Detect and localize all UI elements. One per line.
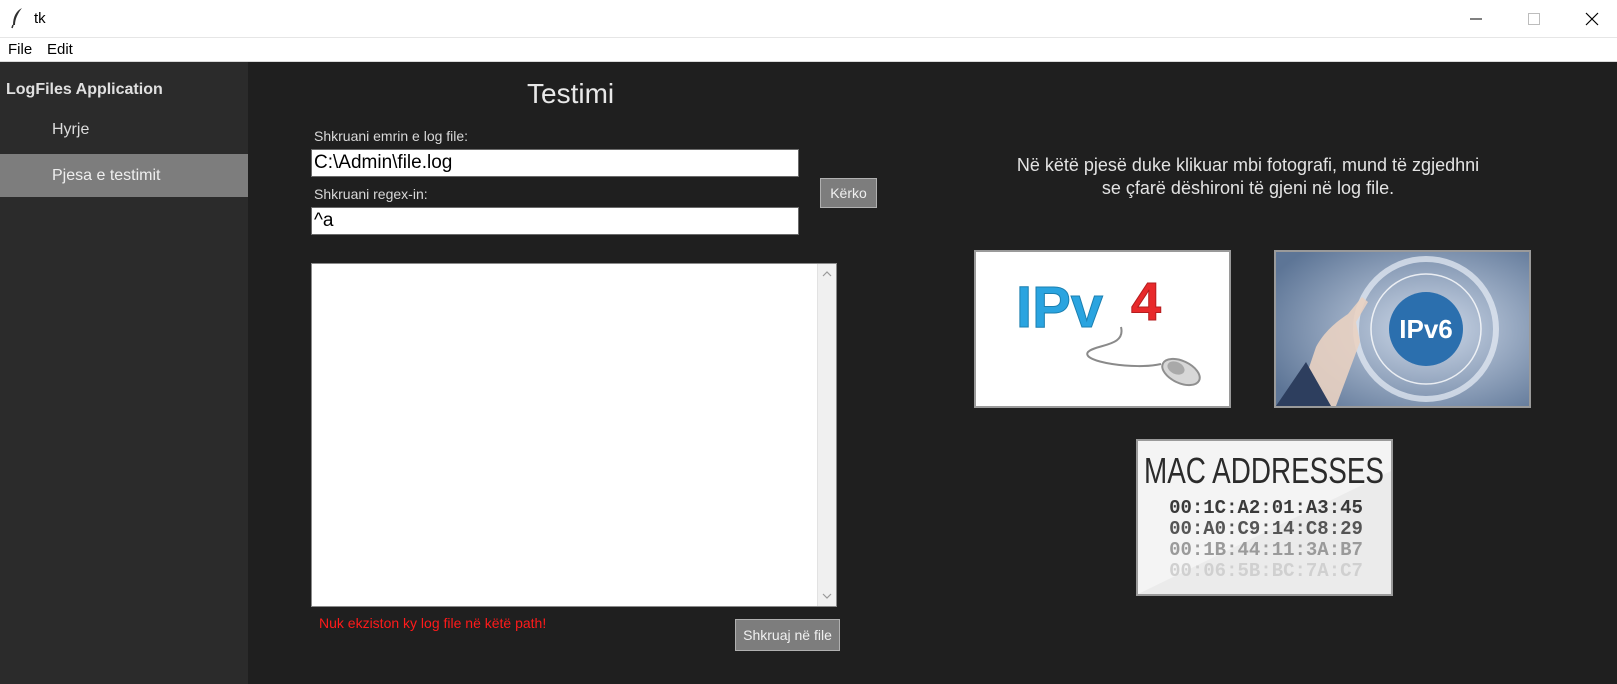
maximize-icon: [1528, 13, 1540, 25]
window-title: tk: [34, 10, 46, 27]
ipv6-text: IPv6: [1399, 314, 1453, 344]
close-icon: [1585, 12, 1599, 26]
title-bar: tk: [0, 0, 1617, 37]
ipv6-image[interactable]: IPv6: [1274, 250, 1531, 408]
close-button[interactable]: [1563, 0, 1617, 37]
sidebar: LogFiles Application Hyrje Pjesa e testi…: [0, 62, 248, 684]
scroll-down-icon[interactable]: [822, 592, 832, 600]
sidebar-item-hyrje[interactable]: Hyrje: [0, 108, 248, 151]
maximize-button[interactable]: [1505, 0, 1563, 37]
page-title: Testimi: [527, 78, 615, 109]
sidebar-app-title: LogFiles Application: [6, 81, 163, 98]
mac-addresses-image[interactable]: MAC ADDRESSES 00:1C:A2:01:A3:45 00:A0:C9…: [1136, 439, 1393, 596]
mac-line-1: 00:1C:A2:01:A3:45: [1169, 497, 1363, 519]
menu-file[interactable]: File: [6, 41, 34, 58]
mac-graphic: MAC ADDRESSES 00:1C:A2:01:A3:45 00:A0:C9…: [1138, 450, 1391, 594]
mac-line-2: 00:A0:C9:14:C8:29: [1169, 518, 1363, 540]
mac-line-3: 00:1B:44:11:3A:B7: [1169, 539, 1363, 561]
sidebar-item-pjesa-e-testimit[interactable]: Pjesa e testimit: [0, 154, 248, 197]
search-button[interactable]: Kërko: [820, 178, 877, 208]
ipv4-graphic: IPv 4: [1016, 272, 1201, 387]
ipv4-number: 4: [1131, 272, 1161, 332]
save-to-file-button[interactable]: Shkruaj në file: [735, 619, 840, 651]
output-scrollbar[interactable]: [817, 264, 836, 606]
error-message: Nuk ekziston ky log file në këtë path!: [319, 615, 547, 631]
info-text: Në këtë pjesë duke klikuar mbi fotografi…: [1016, 155, 1480, 198]
menu-edit[interactable]: Edit: [45, 41, 75, 58]
main-panel: Testimi Shkruani emrin e log file: Shkru…: [248, 62, 1617, 684]
logfile-input[interactable]: [311, 149, 799, 177]
logfile-label: Shkruani emrin e log file:: [314, 128, 469, 144]
minimize-icon: [1470, 18, 1482, 20]
scroll-up-icon[interactable]: [822, 270, 832, 278]
ipv4-image[interactable]: IPv 4: [974, 250, 1231, 408]
output-textarea[interactable]: [311, 263, 837, 607]
ipv6-graphic: IPv6: [1276, 252, 1529, 406]
regex-label: Shkruani regex-in:: [314, 186, 428, 202]
feather-icon: [11, 8, 22, 29]
minimize-button[interactable]: [1447, 0, 1505, 37]
menu-bar: File Edit: [0, 37, 1617, 62]
ipv4-text: IPv: [1016, 275, 1103, 340]
mac-title: MAC ADDRESSES: [1144, 450, 1384, 491]
regex-input[interactable]: [311, 207, 799, 235]
mac-line-4: 00:06:5B:BC:7A:C7: [1169, 560, 1363, 582]
